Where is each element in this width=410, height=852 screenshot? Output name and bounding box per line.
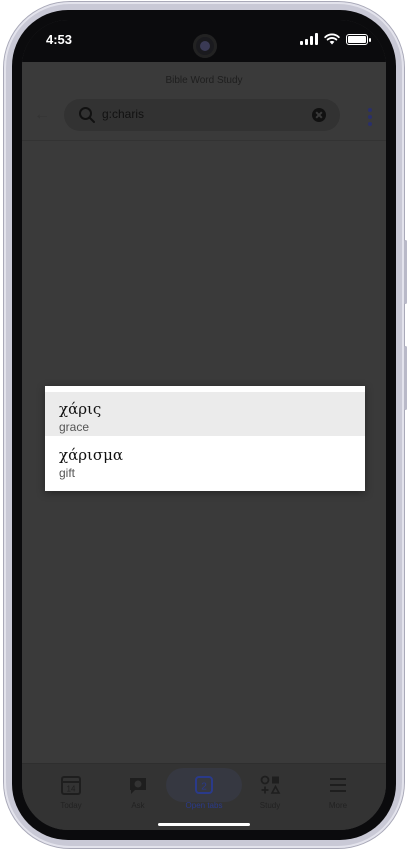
home-indicator[interactable] — [158, 823, 250, 826]
more-vertical-icon[interactable] — [368, 108, 372, 126]
result-gloss: grace — [59, 420, 90, 434]
calendar-icon: 14 — [61, 776, 81, 795]
calendar-badge: 14 — [67, 785, 76, 794]
status-time: 4:53 — [46, 32, 73, 47]
bottom-nav: 14 Today Ask 2 Open tabs Study More — [22, 763, 386, 830]
status-bar: 4:53 — [22, 20, 386, 62]
tabs-count: 2 — [201, 782, 207, 793]
nav-label: Open tabs — [185, 801, 223, 810]
result-word: χάρις — [59, 400, 102, 418]
chat-icon — [130, 778, 146, 794]
nav-label: Today — [60, 801, 82, 810]
battery-icon — [346, 33, 371, 45]
status-icons — [300, 33, 371, 45]
wifi-icon — [324, 33, 340, 45]
search-icon — [79, 107, 95, 123]
nav-item-more[interactable]: More — [306, 774, 370, 810]
nav-label: More — [328, 801, 348, 810]
page-title: Bible Word Study — [165, 75, 243, 86]
result-gloss: gift — [59, 466, 76, 480]
nav-item-ask[interactable]: Ask — [106, 774, 170, 810]
nav-label: Study — [259, 801, 281, 810]
header-divider — [22, 140, 386, 141]
result-item[interactable]: χάρισμα gift — [45, 438, 365, 482]
nav-item-today[interactable]: 14 Today — [39, 774, 103, 810]
search-input[interactable]: g:charis — [64, 99, 340, 131]
side-button — [404, 240, 407, 304]
front-camera — [193, 34, 217, 58]
result-word: χάρισμα — [59, 446, 124, 464]
nav-label: Ask — [131, 801, 145, 810]
clear-icon[interactable] — [312, 108, 326, 122]
screen: 4:53 Bible Word Study ← g:charis χάρις g… — [22, 20, 386, 830]
nav-item-open-tabs[interactable]: 2 Open tabs — [166, 768, 242, 810]
tabs-icon: 2 — [195, 776, 213, 794]
cellular-signal-icon — [300, 33, 318, 45]
study-icon — [260, 775, 281, 794]
search-input-value: g:charis — [102, 107, 145, 121]
app-header: Bible Word Study ← g:charis — [22, 62, 386, 141]
search-results-popup: χάρις grace χάρισμα gift — [45, 386, 365, 491]
menu-icon — [330, 778, 346, 792]
back-arrow-icon[interactable]: ← — [34, 106, 50, 124]
result-item[interactable]: χάρις grace — [45, 392, 365, 436]
nav-item-study[interactable]: Study — [238, 774, 302, 810]
side-button — [404, 346, 407, 410]
